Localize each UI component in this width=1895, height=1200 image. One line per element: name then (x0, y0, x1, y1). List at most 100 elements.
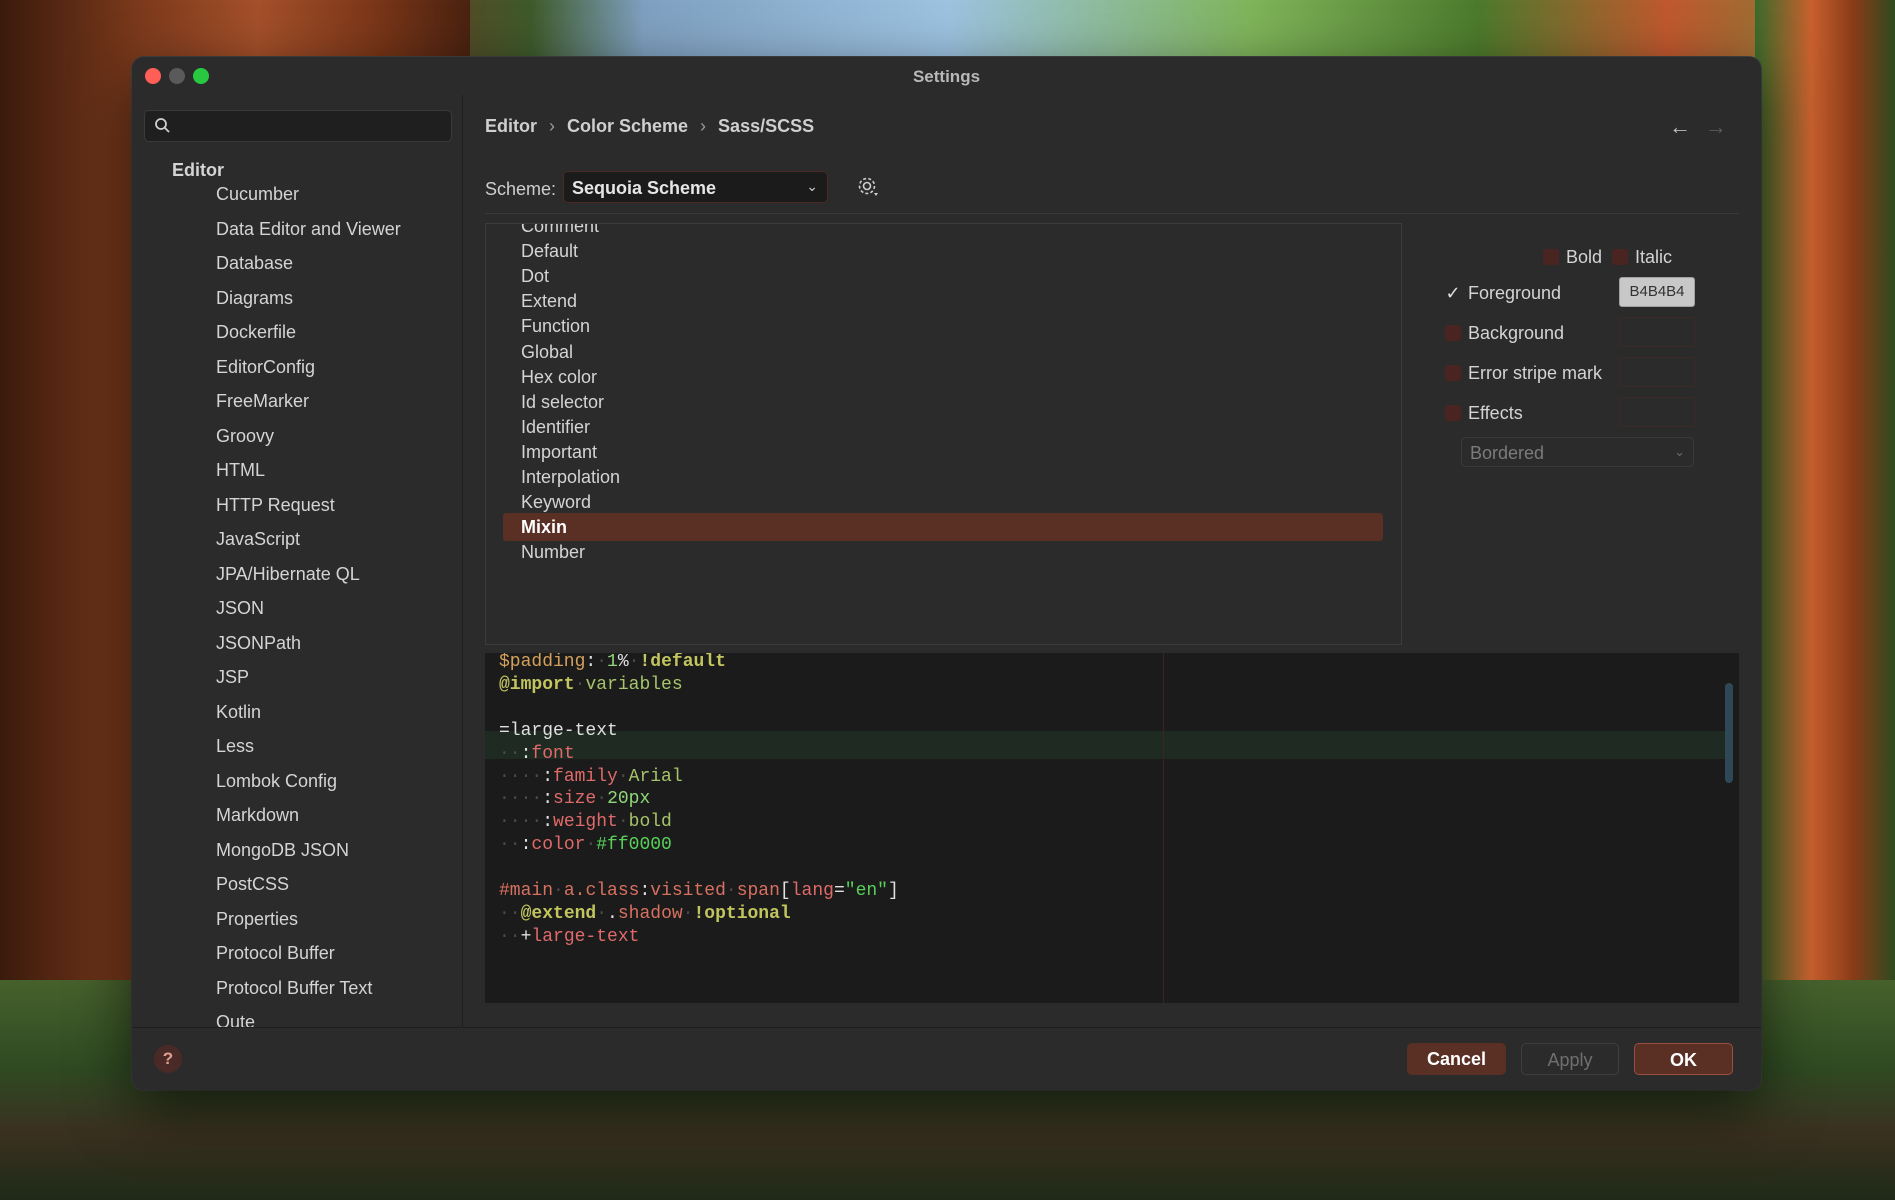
effects-type-select[interactable]: Bordered ⌄ (1461, 437, 1694, 467)
code-token: 1 (607, 653, 618, 672)
sidebar-item[interactable]: Kotlin (216, 701, 401, 736)
element-list: Comment Default Dot Extend Function Global Hex… (485, 223, 1402, 645)
code-token: "en" (844, 881, 888, 901)
sidebar-item[interactable]: JSON (216, 597, 401, 632)
element-list-item[interactable]: Mixin (503, 513, 1383, 542)
sidebar-item[interactable]: JSONPath (216, 632, 401, 667)
sidebar-item[interactable]: JavaScript (216, 528, 401, 563)
current-line-highlight (485, 731, 1725, 759)
bold-label: Bold (1566, 247, 1603, 267)
back-arrow-icon[interactable]: ← (1669, 114, 1691, 140)
breadcrumb-item[interactable]: Color Scheme (567, 116, 688, 136)
code-token: ] (887, 881, 899, 901)
code-token: family (553, 766, 618, 787)
code-token: #main (499, 881, 554, 901)
code-token: $padding (499, 653, 586, 672)
sidebar-item[interactable]: MongoDB JSON (216, 839, 401, 874)
element-list-item[interactable]: Extend (503, 287, 1383, 315)
settings-window: Settings Editor Cucumber Data Editor and … (132, 57, 1761, 1090)
sidebar-item[interactable]: Diagrams (216, 287, 401, 322)
dialog-footer: ? Cancel Apply OK (132, 1027, 1761, 1090)
code-token: · (585, 835, 597, 856)
sidebar-item[interactable]: Protocol Buffer Text (216, 977, 401, 1012)
scheme-select[interactable]: Sequoia Scheme ⌄ (563, 171, 828, 203)
effects-color-swatch[interactable] (1619, 397, 1695, 427)
code-token: · (596, 903, 608, 924)
code-line: ··:color·#ff0000 (499, 832, 672, 858)
error-stripe-checkbox[interactable] (1445, 365, 1461, 381)
element-list-item[interactable]: Global (503, 338, 1383, 366)
code-token: · (553, 881, 564, 901)
code-token: ···· (499, 789, 543, 810)
element-list-item[interactable]: Dot (503, 262, 1383, 290)
element-list-item[interactable]: Important (503, 438, 1383, 466)
element-list-item[interactable]: Function (503, 312, 1383, 340)
sidebar-item[interactable]: JPA/Hibernate QL (216, 563, 401, 598)
italic-checkbox[interactable] (1612, 249, 1628, 265)
element-list-item[interactable]: Interpolation (503, 463, 1383, 491)
error-stripe-label: Error stripe mark (1468, 363, 1603, 383)
sidebar-item[interactable]: Dockerfile (216, 321, 401, 356)
sidebar-item[interactable]: FreeMarker (216, 390, 401, 425)
divider (485, 213, 1739, 214)
effects-checkbox[interactable] (1445, 405, 1461, 421)
bold-checkbox[interactable] (1543, 249, 1559, 265)
element-list-item[interactable]: Hex color (503, 363, 1383, 391)
code-token: = (833, 881, 845, 901)
code-token: % (617, 653, 629, 672)
code-token: · (617, 812, 629, 833)
code-token: ·· (499, 903, 521, 924)
apply-button[interactable]: Apply (1521, 1043, 1619, 1075)
foreground-color-swatch[interactable]: B4B4B4 (1619, 277, 1695, 307)
code-token: + (520, 926, 532, 947)
breadcrumb-separator: › (700, 116, 707, 136)
sidebar-item[interactable]: HTTP Request (216, 494, 401, 529)
code-token: : (520, 743, 532, 764)
element-list-item[interactable]: Keyword (503, 488, 1383, 516)
sidebar-item[interactable]: Protocol Buffer (216, 942, 401, 977)
error-stripe-color-swatch[interactable] (1619, 357, 1695, 387)
sidebar-item[interactable]: PostCSS (216, 873, 401, 908)
code-token: size (553, 789, 597, 810)
background-color-swatch[interactable] (1619, 317, 1695, 347)
code-token: span (736, 881, 780, 901)
tree-item-editor[interactable]: Editor (172, 160, 224, 181)
sidebar-item[interactable]: Cucumber (216, 183, 401, 218)
main-panel: Editor › Color Scheme › Sass/SCSS ← → Scheme… (463, 95, 1761, 1028)
code-token: ···· (499, 812, 543, 833)
sidebar-item[interactable]: Qute (216, 1011, 401, 1028)
code-token: : (585, 653, 597, 672)
sidebar-item[interactable]: JSP (216, 666, 401, 701)
italic-label: Italic (1635, 247, 1673, 267)
element-list-item[interactable]: Number (503, 538, 1383, 566)
chevron-down-icon: ⌄ (806, 178, 818, 194)
sidebar-item[interactable]: Properties (216, 908, 401, 943)
element-list-item[interactable]: Default (503, 237, 1383, 265)
cancel-button[interactable]: Cancel (1407, 1043, 1506, 1075)
breadcrumb-item[interactable]: Editor (485, 116, 537, 136)
code-token: !optional (693, 903, 791, 924)
element-list-item[interactable]: Identifier (503, 413, 1383, 441)
element-list-item[interactable]: Id selector (503, 388, 1383, 416)
help-button[interactable]: ? (154, 1045, 182, 1073)
sidebar-item[interactable]: EditorConfig (216, 356, 401, 391)
settings-search-input[interactable] (144, 110, 452, 142)
sidebar-item[interactable]: Groovy (216, 425, 401, 460)
gear-icon[interactable] (856, 175, 880, 199)
sidebar-item[interactable]: HTML (216, 459, 401, 494)
breadcrumb-item[interactable]: Sass/SCSS (718, 116, 814, 136)
forward-arrow-icon[interactable]: → (1705, 114, 1727, 140)
preview-scrollbar[interactable] (1725, 683, 1733, 783)
background-checkbox[interactable] (1445, 325, 1461, 341)
ok-button[interactable]: OK (1634, 1043, 1733, 1075)
sidebar-item[interactable]: Less (216, 735, 401, 770)
sidebar-item[interactable]: Lombok Config (216, 770, 401, 805)
sidebar-item[interactable]: Markdown (216, 804, 401, 839)
code-token: . (607, 903, 618, 924)
code-preview[interactable]: $padding:·1%·!default @import·variables =l… (485, 653, 1739, 1003)
sidebar-item[interactable]: Data Editor and Viewer (216, 218, 401, 253)
foreground-checkbox[interactable]: ✓ (1445, 284, 1461, 302)
code-token: · (596, 653, 608, 672)
sidebar-item[interactable]: Database (216, 252, 401, 287)
effects-label: Effects (1468, 403, 1523, 423)
